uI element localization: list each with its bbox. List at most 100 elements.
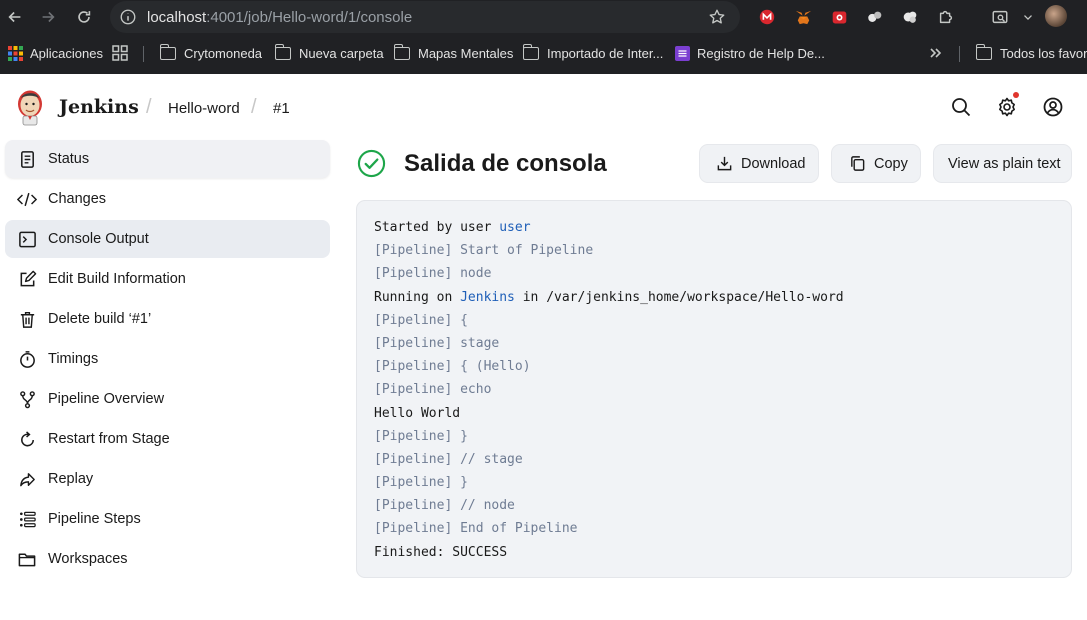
jenkins-logo[interactable] <box>15 88 45 126</box>
console-line: [Pipeline] // node <box>374 498 515 514</box>
sidebar-item-label: Timings <box>48 351 99 367</box>
trash-icon <box>17 309 37 329</box>
sidebar-item-console-output[interactable]: Console Output <box>5 220 330 258</box>
download-icon <box>715 155 733 173</box>
folder-icon <box>975 43 992 60</box>
bookmark-aplicaciones[interactable]: Aplicaciones <box>8 43 103 63</box>
url-text[interactable]: localhost:4001/job/Hello-word/1/console <box>147 9 412 26</box>
sidebar-item-label: Workspaces <box>48 551 128 567</box>
grid-icon <box>112 45 128 61</box>
console-line: [Pipeline] stage <box>374 335 500 351</box>
sidebar-item-pipeline-steps[interactable]: Pipeline Steps <box>5 500 330 538</box>
console-line: [Pipeline] node <box>374 266 492 282</box>
extension-cloud-icon[interactable] <box>899 6 921 28</box>
bookmarks-divider <box>959 46 960 62</box>
sidebar-item-label: Pipeline Steps <box>48 511 141 527</box>
console-line: [Pipeline] Start of Pipeline <box>374 243 594 259</box>
url-host: localhost <box>147 8 207 26</box>
tab-search-chevron-icon[interactable] <box>1017 6 1039 28</box>
view-plain-text-button[interactable]: View as plain text <box>934 145 1071 182</box>
bookmark-mapas-mentales[interactable]: Mapas Mentales <box>393 43 514 63</box>
sidebar-item-changes[interactable]: Changes <box>5 180 330 218</box>
console-line: Running on Jenkins in /var/jenkins_home/… <box>374 286 1054 309</box>
site-info-icon[interactable] <box>119 8 137 26</box>
reload-button[interactable] <box>70 3 98 31</box>
console-line: [Pipeline] { <box>374 312 468 328</box>
console-text: in /var/jenkins_home/workspace/Hello-wor… <box>514 289 844 305</box>
extensions-puzzle-icon[interactable] <box>935 6 957 28</box>
sidebar-item-workspaces[interactable]: Workspaces <box>5 540 330 578</box>
sidebar-item-edit-build-information[interactable]: Edit Build Information <box>5 260 330 298</box>
bookmark-label: Nueva carpeta <box>299 45 384 61</box>
reload-icon <box>78 11 91 23</box>
address-bar[interactable]: localhost:4001/job/Hello-word/1/console <box>110 1 740 33</box>
console-line: [Pipeline] // stage <box>374 451 523 467</box>
bookmark-todos-favoritos[interactable]: Todos los favorit <box>975 43 1087 63</box>
browser-profile-avatar[interactable] <box>1045 5 1067 27</box>
console-line: [Pipeline] } <box>374 475 468 491</box>
breadcrumb-separator: / <box>146 96 152 118</box>
sidebar-item-timings[interactable]: Timings <box>5 340 330 378</box>
bookmark-label: Todos los favorit <box>1000 45 1087 61</box>
folder-icon <box>159 43 176 60</box>
document-icon <box>17 149 37 169</box>
console-line: Started by user user <box>374 216 1054 239</box>
bookmarks-overflow-button[interactable] <box>929 43 943 63</box>
record-extension-icon[interactable] <box>828 6 850 28</box>
branch-icon <box>17 389 37 409</box>
download-button[interactable]: Download <box>700 145 818 182</box>
jenkins-brand[interactable]: Jenkins <box>59 96 139 118</box>
console-text: Started by user <box>374 220 500 235</box>
edit-icon <box>17 269 37 289</box>
bookmarks-bar: Aplicaciones Crytomoneda Nueva carpeta M… <box>0 38 1087 68</box>
metamask-extension-icon[interactable] <box>792 6 814 28</box>
bookmark-label: Registro de Help De... <box>697 45 825 61</box>
sidebar-item-pipeline-overview[interactable]: Pipeline Overview <box>5 380 330 418</box>
copy-icon <box>848 155 866 173</box>
chevron-double-right-icon <box>930 48 942 58</box>
search-icon[interactable] <box>950 96 972 118</box>
jenkins-header: Jenkins / Hello-word / #1 <box>0 74 1087 140</box>
folder-icon <box>522 43 539 60</box>
mega-extension-icon[interactable] <box>756 6 778 28</box>
code-icon <box>17 189 37 209</box>
user-link[interactable]: user <box>499 220 530 235</box>
breadcrumb-build[interactable]: #1 <box>273 100 290 117</box>
bookmark-apps-shortcut[interactable] <box>112 43 128 63</box>
console-line: [Pipeline] { (Hello) <box>374 359 531 375</box>
back-button[interactable] <box>1 3 29 31</box>
sidebar: Status Changes Console Output Edit Build… <box>5 140 330 580</box>
extension-bubbles-icon[interactable] <box>864 6 886 28</box>
bookmark-label: Crytomoneda <box>184 45 263 61</box>
sidebar-item-label: Restart from Stage <box>48 431 170 447</box>
bookmark-nueva-carpeta[interactable]: Nueva carpeta <box>274 43 384 63</box>
download-label: Download <box>741 155 806 172</box>
node-link[interactable]: Jenkins <box>460 290 515 305</box>
console-line: Hello World <box>374 405 461 421</box>
user-account-icon[interactable] <box>1042 96 1064 118</box>
breadcrumb-separator: / <box>251 96 257 118</box>
sidebar-item-label: Replay <box>48 471 94 487</box>
sidebar-item-delete-build[interactable]: Delete build ‘#1’ <box>5 300 330 338</box>
sidebar-item-status[interactable]: Status <box>5 140 330 178</box>
restart-icon <box>17 429 37 449</box>
copy-button[interactable]: Copy <box>832 145 920 182</box>
list-icon <box>17 509 37 529</box>
bookmark-label: Mapas Mentales <box>418 45 514 61</box>
bookmark-crytomoneda[interactable]: Crytomoneda <box>159 43 263 63</box>
bookmark-star-icon[interactable] <box>708 8 726 31</box>
console-line: [Pipeline] End of Pipeline <box>374 521 578 537</box>
forward-arrow-icon <box>42 11 55 23</box>
folder-icon <box>393 43 410 60</box>
bookmark-importado[interactable]: Importado de Inter... <box>522 43 663 63</box>
sidebar-item-restart-from-stage[interactable]: Restart from Stage <box>5 420 330 458</box>
bookmark-registro-help-desk[interactable]: Registro de Help De... <box>675 43 825 63</box>
page-title: Salida de consola <box>404 150 607 177</box>
forward-button[interactable] <box>34 3 62 31</box>
sidebar-item-replay[interactable]: Replay <box>5 460 330 498</box>
gear-icon[interactable] <box>996 96 1018 118</box>
stopwatch-icon <box>17 349 37 369</box>
breadcrumb-job[interactable]: Hello-word <box>168 100 240 117</box>
tab-search-icon[interactable] <box>989 6 1011 28</box>
apps-grid-icon <box>8 45 23 61</box>
